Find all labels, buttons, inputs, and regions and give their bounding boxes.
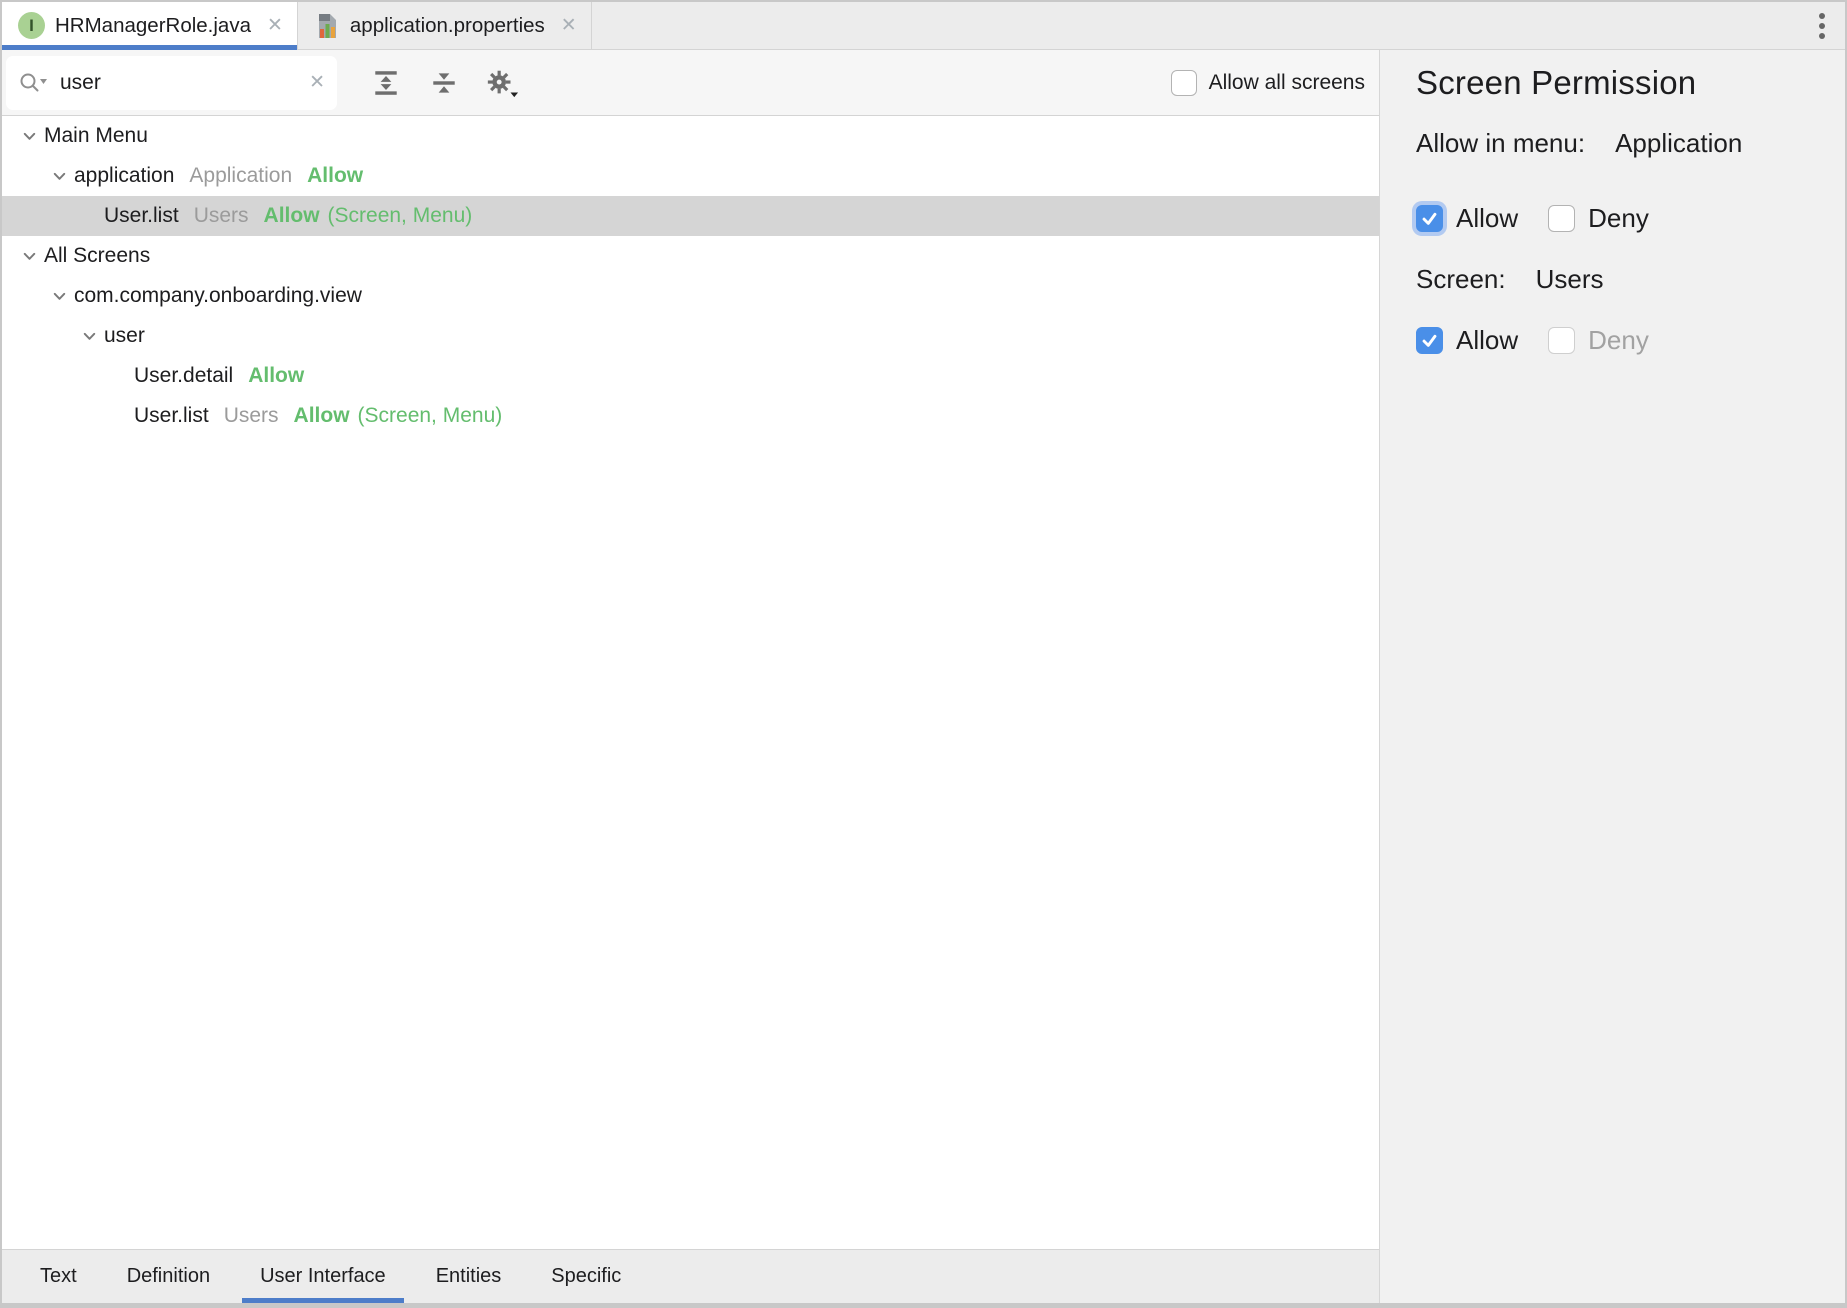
- tree-item-label: User.detail: [134, 364, 233, 388]
- screen-allow-checkbox[interactable]: [1416, 327, 1443, 354]
- tree-item-label: Main Menu: [44, 124, 148, 148]
- tree-item-label: All Screens: [44, 244, 150, 268]
- interface-icon: I: [18, 12, 45, 39]
- tree-item-label: User.list: [104, 204, 179, 228]
- clear-search-icon[interactable]: ✕: [309, 73, 325, 92]
- menu-allow-checkbox[interactable]: [1416, 205, 1443, 232]
- screen-label: Screen:: [1416, 264, 1506, 295]
- tab-label: HRManagerRole.java: [55, 14, 251, 38]
- search-box[interactable]: ✕: [6, 56, 337, 110]
- tree-item-permission: Allow: [294, 404, 350, 428]
- tree-item-label: user: [104, 324, 145, 348]
- tree-item-scope: (Screen, Menu): [328, 204, 473, 228]
- tree-item-label: User.list: [134, 404, 209, 428]
- tab-text[interactable]: Text: [22, 1250, 95, 1303]
- editor-tab-bar: I HRManagerRole.java ✕ application.prope…: [2, 2, 1845, 50]
- tree-item-type: Application: [189, 164, 292, 188]
- tab-specific[interactable]: Specific: [533, 1250, 639, 1303]
- tree-item-label: com.company.onboarding.view: [74, 284, 362, 308]
- expand-all-button[interactable]: [369, 66, 403, 100]
- role-designer-window: I HRManagerRole.java ✕ application.prope…: [2, 2, 1845, 1303]
- tree-item-permission: Allow: [307, 164, 363, 188]
- collapse-all-button[interactable]: [427, 66, 461, 100]
- settings-button[interactable]: [485, 66, 519, 100]
- tree-row[interactable]: com.company.onboarding.view: [2, 276, 1379, 316]
- kebab-menu-icon[interactable]: [1819, 2, 1825, 50]
- chevron-down-icon[interactable]: [46, 163, 72, 189]
- properties-file-icon: [314, 12, 340, 40]
- close-icon[interactable]: ✕: [267, 16, 283, 35]
- panel-title: Screen Permission: [1416, 64, 1825, 102]
- allow-in-menu-value: Application: [1615, 128, 1742, 159]
- close-icon[interactable]: ✕: [561, 16, 577, 35]
- tree-item-type: Users: [224, 404, 279, 428]
- tree-item-permission: Allow: [248, 364, 304, 388]
- chevron-down-icon[interactable]: [16, 243, 42, 269]
- tree-row[interactable]: All Screens: [2, 236, 1379, 276]
- tab-application-properties[interactable]: application.properties ✕: [298, 2, 592, 49]
- gear-icon: [485, 66, 519, 100]
- menu-deny-checkbox[interactable]: [1548, 205, 1575, 232]
- chevron-down-icon[interactable]: [76, 323, 102, 349]
- menu-permission-controls: Allow Deny: [1416, 203, 1825, 234]
- tab-label: application.properties: [350, 14, 545, 38]
- tree-item-permission: Allow: [264, 204, 320, 228]
- tree-item-label: application: [74, 164, 174, 188]
- search-input[interactable]: [60, 71, 303, 95]
- screen-value: Users: [1536, 264, 1604, 295]
- tree-row[interactable]: User.list Users Allow (Screen, Menu): [2, 196, 1379, 236]
- tree-row[interactable]: user: [2, 316, 1379, 356]
- designer-tab-bar: Text Definition User Interface EntitiesSpec…: [2, 1249, 1379, 1303]
- tree-row[interactable]: Main Menu: [2, 116, 1379, 156]
- permission-tree[interactable]: Main MenuapplicationApplicationAllowUser…: [2, 116, 1379, 1249]
- menu-allow-label: Allow: [1456, 203, 1518, 234]
- allow-all-screens-checkbox[interactable]: [1171, 70, 1197, 96]
- tab-hrmanagerrole-java[interactable]: I HRManagerRole.java ✕: [2, 2, 298, 49]
- permissions-editor: ✕: [2, 50, 1380, 1303]
- tree-row[interactable]: User.detail Allow: [2, 356, 1379, 396]
- screen-allow-label: Allow: [1456, 325, 1518, 356]
- search-icon[interactable]: [18, 71, 50, 95]
- tree-item-scope: (Screen, Menu): [358, 404, 503, 428]
- tree-row[interactable]: application Application Allow: [2, 156, 1379, 196]
- side-panel: Screen Permission Allow in menu: Applica…: [1380, 50, 1845, 1303]
- tree-toolbar: ✕: [2, 50, 1379, 116]
- expand-all-icon: [371, 68, 401, 98]
- chevron-down-icon[interactable]: [46, 283, 72, 309]
- allow-in-menu-label: Allow in menu:: [1416, 128, 1585, 159]
- chevron-down-icon[interactable]: [16, 123, 42, 149]
- tree-item-type: Users: [194, 204, 249, 228]
- screen-permission-controls: Allow Deny: [1416, 325, 1825, 356]
- menu-deny-label: Deny: [1588, 203, 1649, 234]
- screen-deny-label: Deny: [1588, 325, 1649, 356]
- tab-user-interface[interactable]: User Interface: [242, 1250, 404, 1303]
- allow-all-screens-label: Allow all screens: [1209, 71, 1365, 95]
- collapse-all-icon: [429, 68, 459, 98]
- screen-deny-checkbox[interactable]: [1548, 327, 1575, 354]
- tab-entities[interactable]: Entities: [418, 1250, 520, 1303]
- allow-all-screens-control[interactable]: Allow all screens: [1171, 70, 1365, 96]
- tree-row[interactable]: User.list Users Allow (Screen, Menu): [2, 396, 1379, 436]
- tab-definition[interactable]: Definition: [109, 1250, 228, 1303]
